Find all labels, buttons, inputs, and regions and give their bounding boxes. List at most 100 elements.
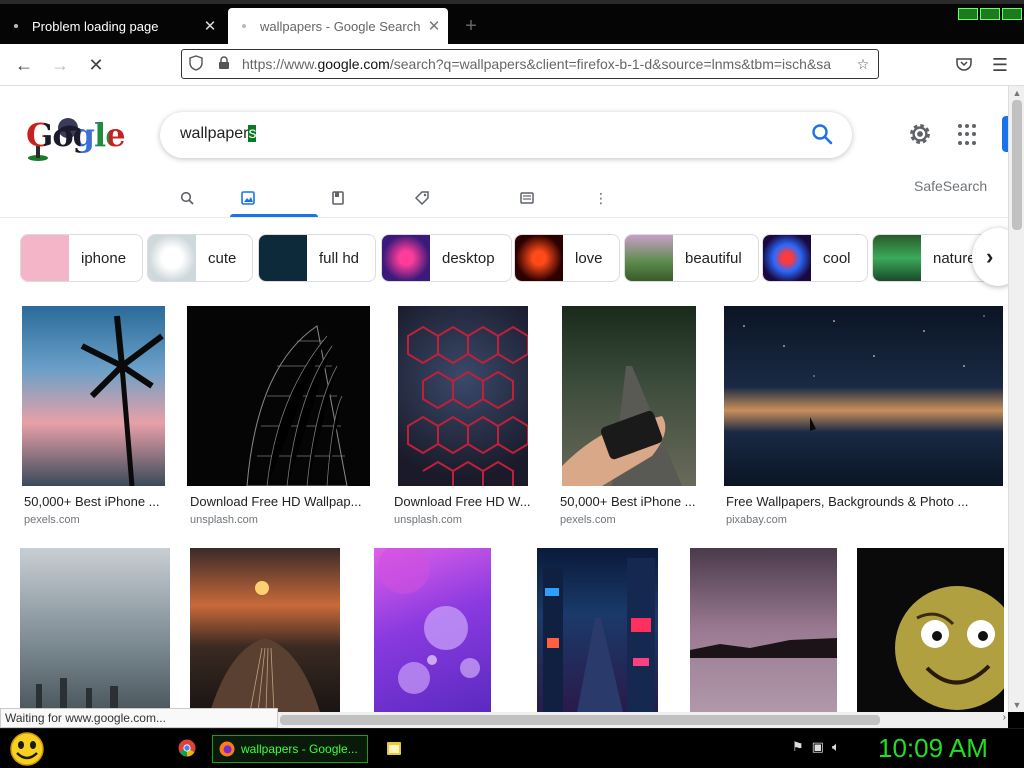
result-caption[interactable]: Free Wallpapers, Backgrounds & Photo ... <box>726 494 968 509</box>
chrome-icon[interactable] <box>178 739 196 757</box>
chip-thumbnail <box>148 235 196 281</box>
result-caption[interactable]: Download Free HD Wallpap... <box>190 494 361 509</box>
chip-cool[interactable]: cool <box>762 234 868 282</box>
tab-favicon-dot <box>242 24 246 28</box>
new-tab-button[interactable]: + <box>458 12 484 40</box>
search-icon <box>180 191 194 205</box>
tab-books[interactable] <box>324 186 352 210</box>
google-images-page: Gogle wallpapers ⋮ SafeSearch iphone cut… <box>0 86 1008 712</box>
shield-icon[interactable] <box>182 54 210 74</box>
search-input[interactable]: wallpapers <box>180 125 257 143</box>
lock-icon[interactable] <box>210 55 238 73</box>
folder-icon[interactable] <box>386 739 402 757</box>
chip-desktop[interactable]: desktop <box>381 234 512 282</box>
scroll-thumb[interactable] <box>1012 100 1022 230</box>
tab-news[interactable] <box>513 186 541 210</box>
tab-label: wallpapers - Google Search <box>260 18 420 34</box>
volume-icon[interactable]: 🔈︎ <box>832 739 840 755</box>
chip-thumbnail <box>763 235 811 281</box>
horizontal-scrollbar[interactable]: › <box>278 712 1008 728</box>
chip-label: cute <box>208 249 237 267</box>
scroll-right-arrow[interactable]: › <box>1003 712 1006 723</box>
image-result[interactable] <box>187 306 370 486</box>
apps-grid-icon[interactable] <box>958 124 980 146</box>
system-tray: ⚑ ▣ 🔈︎ <box>792 739 840 755</box>
scroll-up-arrow[interactable]: ▲ <box>1009 88 1024 98</box>
chip-cute[interactable]: cute <box>147 234 254 282</box>
taskbar-clock[interactable]: 10:09 AM <box>878 733 988 764</box>
search-icon[interactable] <box>810 122 834 146</box>
taskbar-window-label: wallpapers - Google... <box>241 742 358 756</box>
chip-label: beautiful <box>685 249 742 267</box>
address-bar[interactable]: https://www.google.com/search?q=wallpape… <box>181 49 879 79</box>
chip-iphone[interactable]: iphone <box>20 234 144 282</box>
forward-button[interactable]: → <box>46 52 74 78</box>
image-result[interactable] <box>562 306 696 486</box>
image-result[interactable] <box>690 548 837 712</box>
stop-button[interactable]: ✕ <box>82 52 110 78</box>
chip-label: iphone <box>81 249 127 267</box>
window-close-button[interactable] <box>1002 8 1022 20</box>
image-result[interactable] <box>22 306 165 486</box>
result-source: pixabay.com <box>726 514 787 526</box>
image-result[interactable] <box>537 548 658 712</box>
image-result[interactable] <box>398 306 528 486</box>
vertical-scrollbar[interactable]: ▲ ▼ <box>1008 86 1024 712</box>
action-center-flag-icon[interactable]: ⚑ <box>792 739 804 755</box>
tag-icon <box>415 191 429 205</box>
chip-thumbnail <box>21 235 69 281</box>
book-icon <box>332 191 344 205</box>
chip-label: full hd <box>319 249 360 267</box>
scroll-thumb[interactable] <box>280 715 880 725</box>
safesearch-button[interactable]: SafeSearch <box>914 178 987 194</box>
image-result[interactable] <box>374 548 491 712</box>
tab-all[interactable] <box>173 186 201 210</box>
chip-love[interactable]: love <box>514 234 620 282</box>
result-caption[interactable]: Download Free HD W... <box>394 494 531 509</box>
image-icon <box>241 191 255 205</box>
network-icon[interactable]: ▣ <box>812 739 824 755</box>
result-caption[interactable]: 50,000+ Best iPhone ... <box>24 494 160 509</box>
minimize-button[interactable] <box>958 8 978 20</box>
result-source: unsplash.com <box>190 514 258 526</box>
chip-thumbnail <box>873 235 921 281</box>
tab-label: Problem loading page <box>32 18 159 34</box>
maximize-button[interactable] <box>980 8 1000 20</box>
tab-shopping[interactable] <box>408 186 436 210</box>
gear-icon[interactable] <box>906 120 934 148</box>
window-controls <box>958 8 1022 22</box>
image-result[interactable] <box>190 548 340 712</box>
image-result[interactable] <box>857 548 1004 712</box>
chip-thumbnail <box>515 235 563 281</box>
browser-tab-strip: Problem loading page ✕ wallpapers - Goog… <box>0 0 1024 44</box>
chip-label: desktop <box>442 249 495 267</box>
back-button[interactable]: ← <box>10 52 38 78</box>
chip-thumbnail <box>382 235 430 281</box>
suggestion-chips: iphone cute full hd desktop love beautif… <box>20 234 1008 282</box>
scroll-down-arrow[interactable]: ▼ <box>1009 700 1024 710</box>
tab-images[interactable] <box>234 186 262 210</box>
menu-icon[interactable]: ☰ <box>986 52 1014 78</box>
logo-text: Gogle <box>26 116 126 154</box>
taskbar-firefox-window[interactable]: wallpapers - Google... <box>212 735 368 763</box>
bookmark-star-icon[interactable]: ☆ <box>848 56 878 73</box>
close-icon[interactable]: ✕ <box>420 17 448 35</box>
pocket-icon[interactable] <box>950 52 978 78</box>
tab-wallpapers-search[interactable]: wallpapers - Google Search ✕ <box>228 8 448 44</box>
tab-problem-loading[interactable]: Problem loading page ✕ <box>0 8 224 44</box>
news-icon <box>520 192 534 204</box>
chip-beautiful[interactable]: beautiful <box>624 234 759 282</box>
image-result[interactable] <box>20 548 170 712</box>
chip-label: cool <box>823 249 851 267</box>
result-caption[interactable]: 50,000+ Best iPhone ... <box>560 494 696 509</box>
more-options-icon[interactable]: ⋮ <box>587 186 615 210</box>
firefox-icon <box>219 741 235 757</box>
chip-full-hd[interactable]: full hd <box>258 234 377 282</box>
chip-thumbnail <box>259 235 307 281</box>
close-icon[interactable]: ✕ <box>196 17 224 35</box>
image-result[interactable] <box>724 306 1003 486</box>
active-tab-indicator <box>230 214 318 217</box>
chip-label: love <box>575 249 603 267</box>
search-box[interactable]: wallpapers <box>160 112 852 158</box>
start-button-smiley-icon[interactable] <box>8 731 46 767</box>
